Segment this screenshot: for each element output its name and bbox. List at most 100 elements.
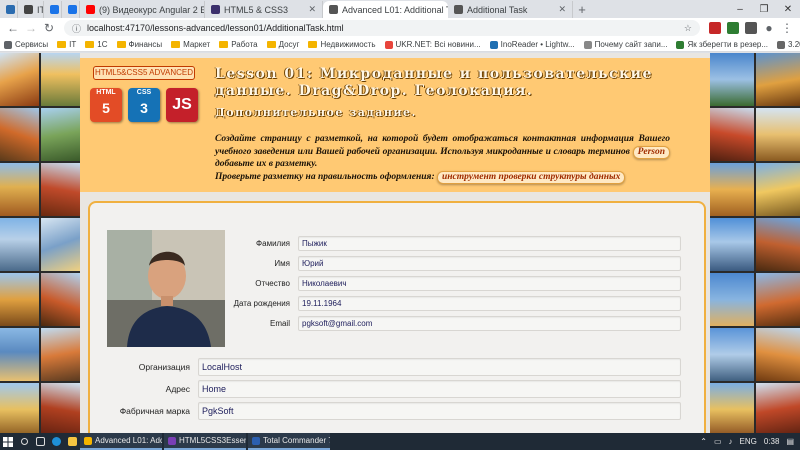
person-photo (107, 230, 225, 347)
task-text: добавьте их в разметку. (215, 159, 318, 169)
bookmarks-bar: Сервисы IT 1С Финансы Маркет Работа Досу… (0, 38, 800, 52)
tab-angular-video[interactable]: (9) Видеокурс Angular 2 Essential (80, 1, 205, 18)
task-view-icon[interactable] (32, 433, 48, 450)
folder-icon (266, 41, 276, 48)
bookmark-folder[interactable]: Финансы (116, 40, 163, 49)
info-icon[interactable]: ⓘ (72, 22, 81, 35)
profile-icon[interactable]: ● (760, 21, 778, 35)
search-icon[interactable] (16, 433, 32, 450)
tab-pinned-4[interactable] (62, 1, 80, 18)
total-commander-icon (252, 436, 260, 445)
autumn-photo (756, 163, 800, 216)
patronymic-field[interactable]: Николаевич (298, 276, 681, 291)
bookmark-folder[interactable]: 1С (85, 40, 108, 49)
structured-data-tool-link[interactable]: инструмент проверки структуры данных (437, 170, 626, 184)
autumn-photo (710, 383, 754, 433)
task-description: Создайте страницу с разметкой, на которо… (215, 134, 671, 184)
address-bar[interactable]: ⓘ localhost:47170/lessons-advanced/lesso… (64, 20, 700, 36)
bookmark-apps[interactable]: Сервисы (4, 40, 48, 49)
bookmark-site[interactable]: InoReader • Lightw... (489, 40, 575, 49)
autumn-photo (0, 328, 39, 381)
tab-it[interactable]: IT (18, 1, 44, 18)
taskbar-app-chrome[interactable]: Advanced L01: Additi... (80, 433, 162, 450)
email-field[interactable]: pgksoft@gmail.com (298, 316, 681, 331)
brand-field[interactable]: PgkSoft (198, 402, 681, 420)
organization-field[interactable]: LocalHost (198, 358, 681, 376)
apps-grid-icon (4, 40, 12, 49)
network-icon[interactable]: ▭ (714, 437, 722, 446)
extension-icon[interactable] (709, 22, 721, 34)
bookmark-site[interactable]: Як зберегти в резер... (676, 40, 768, 49)
bookmark-site[interactable]: Почему сайт запи... (583, 40, 667, 49)
taskbar-app-total-commander[interactable]: Total Commander 7.5... (248, 433, 330, 450)
js-icon: JS (166, 88, 198, 122)
tab-advanced-l01[interactable]: Advanced L01: Additional Task✕ (323, 1, 448, 18)
bookmark-folder[interactable]: Работа (219, 40, 258, 49)
html5-icon-glyph: 5 (102, 100, 110, 116)
site-favicon (384, 40, 393, 49)
form-row-first-name: Имя Юрий (225, 256, 681, 271)
birth-date-field[interactable]: 19.11.1964 (298, 296, 681, 311)
site-favicon (583, 40, 592, 49)
tray-chevron-icon[interactable]: ⌃ (700, 437, 707, 446)
tab-additional-task[interactable]: Additional Task ✕ (448, 1, 573, 18)
notifications-icon[interactable]: ▤ (786, 437, 794, 446)
folder-icon (308, 41, 318, 48)
taskbar-app-label: Advanced L01: Additi... (95, 436, 162, 445)
clock[interactable]: 0:38 (764, 437, 780, 446)
chrome-icon (84, 436, 92, 445)
autumn-photo (0, 108, 39, 161)
forward-icon[interactable]: → (22, 21, 40, 35)
explorer-icon[interactable] (64, 433, 80, 450)
edge-icon[interactable] (48, 433, 64, 450)
autumn-photo (710, 53, 754, 106)
autumn-photo (0, 53, 39, 106)
bookmark-folder[interactable]: Недвижимость (308, 40, 376, 49)
tab-favicon (68, 5, 77, 14)
close-tab-icon[interactable]: ✕ (304, 4, 316, 15)
close-window-button[interactable]: ✕ (776, 0, 800, 18)
first-name-field[interactable]: Юрий (298, 256, 681, 271)
address-field[interactable]: Home (198, 380, 681, 398)
tab-favicon (24, 5, 33, 14)
person-term-link[interactable]: Person (632, 145, 671, 159)
bookmark-folder[interactable]: Досуг (266, 40, 299, 49)
extension-icon[interactable] (745, 22, 757, 34)
tab-pinned-1[interactable] (0, 1, 18, 18)
bookmark-label: Финансы (128, 40, 163, 49)
volume-icon[interactable]: ♪ (729, 437, 733, 446)
new-tab-button[interactable]: + (573, 1, 591, 18)
language-indicator[interactable]: ENG (740, 437, 757, 446)
close-tab-icon[interactable]: ✕ (554, 4, 566, 15)
autumn-photo (0, 163, 39, 216)
tab-favicon (50, 5, 59, 14)
bookmark-site[interactable]: 3.2014 року зарпл... (777, 40, 800, 49)
field-label: Дата рождения (233, 299, 290, 308)
html5-icon: HTML 5 (90, 88, 122, 122)
page-viewport: HTML5&CSS5 ADVANCED HTML 5 CSS 3 JS Lesson… (0, 53, 800, 433)
maximize-button[interactable]: ❐ (752, 0, 776, 18)
tab-pinned-3[interactable] (44, 1, 62, 18)
bookmark-star-icon[interactable]: ☆ (684, 23, 692, 34)
tab-label: Additional Task (467, 4, 528, 15)
minimize-button[interactable]: – (728, 0, 752, 18)
menu-icon[interactable]: ⋮ (778, 21, 796, 35)
extension-icon[interactable] (727, 22, 739, 34)
bookmark-site[interactable]: UKR.NET: Всі новини... (384, 40, 481, 49)
tab-favicon (329, 5, 338, 14)
taskbar-app-label: HTML5CSS3Essential... (179, 436, 246, 445)
avatar (107, 230, 225, 347)
bookmark-label: Недвижимость (320, 40, 376, 49)
youtube-icon (86, 5, 95, 14)
taskbar-app-project[interactable]: HTML5CSS3Essential... (164, 433, 246, 450)
task-text: Проверьте разметку на правильность оформ… (215, 171, 435, 182)
windows-start-icon[interactable] (0, 433, 16, 450)
autumn-photo (710, 218, 754, 271)
last-name-field[interactable]: Пыжик (298, 236, 681, 251)
bookmark-folder[interactable]: Маркет (171, 40, 210, 49)
tab-html5-css3[interactable]: HTML5 & CSS3 ✕ (205, 1, 323, 18)
reload-icon[interactable]: ↻ (40, 21, 58, 35)
bookmark-folder[interactable]: IT (57, 40, 76, 49)
back-icon[interactable]: ← (4, 21, 22, 35)
autumn-photo (41, 108, 80, 161)
